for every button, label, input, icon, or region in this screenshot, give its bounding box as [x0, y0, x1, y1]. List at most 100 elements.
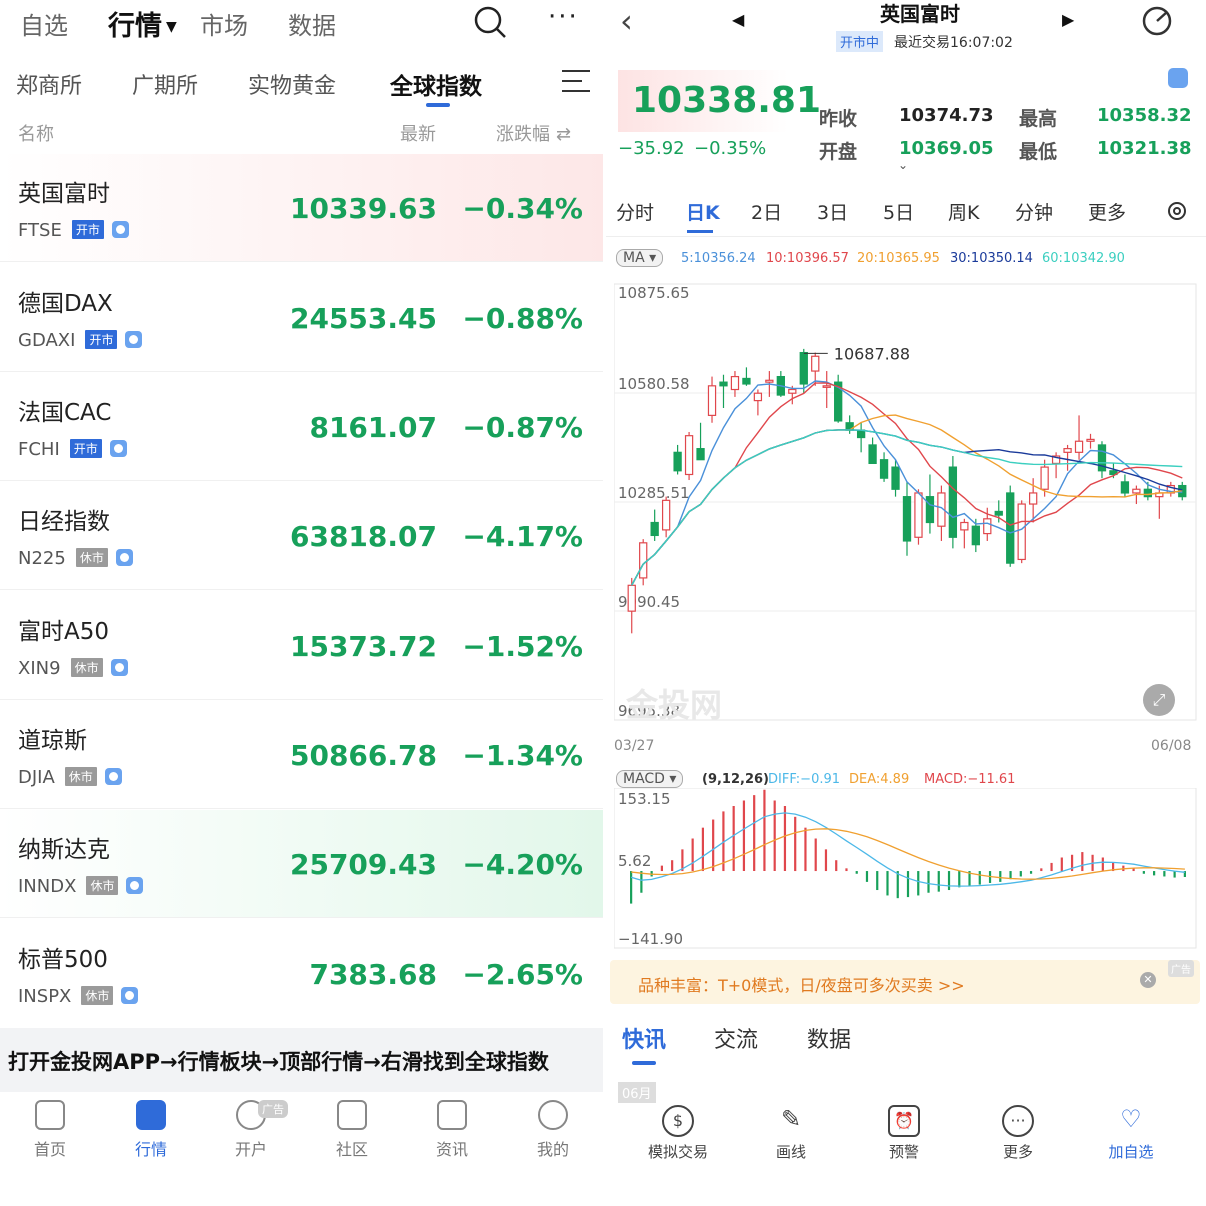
ma-value: 30:10350.14	[950, 251, 1033, 266]
clock-icon	[109, 440, 127, 457]
nav-community[interactable]: 社区	[322, 1100, 382, 1160]
candle-body	[730, 375, 740, 391]
refresh-icon[interactable]	[1140, 4, 1174, 38]
clock-icon[interactable]	[1168, 68, 1188, 88]
low-value: 10321.38	[1097, 138, 1192, 159]
market-status-badge: 休市	[81, 986, 114, 1005]
next-icon[interactable]: ▶	[1062, 10, 1074, 29]
index-row[interactable]: 富时A50 XIN9 休市 15373.72 −1.52%	[0, 592, 603, 700]
candle-body	[925, 496, 935, 524]
candle-body	[673, 451, 682, 472]
index-change-pct: −4.20%	[462, 848, 583, 881]
alarm-icon: ⏰	[888, 1105, 920, 1137]
period-tab[interactable]: 周K	[948, 198, 979, 225]
nav-community-label: 社区	[335, 1140, 368, 1159]
period-tab[interactable]: 3日	[817, 198, 848, 225]
market-status-badge: 休市	[86, 876, 119, 895]
period-tab[interactable]: 日K	[686, 198, 720, 225]
market-status-badge: 休市	[70, 658, 103, 677]
index-name: 道琼斯	[18, 728, 87, 754]
prev-icon[interactable]: ◀	[732, 10, 744, 29]
pen-icon: ✎	[780, 1105, 802, 1133]
candle-body	[742, 377, 751, 385]
period-tab[interactable]: 分钟	[1015, 198, 1053, 225]
index-code-text: FTSE	[18, 220, 62, 241]
index-code: FCHI 开市	[18, 439, 127, 460]
nav-news-label: 资讯	[435, 1140, 468, 1159]
candle-body	[684, 435, 694, 476]
nav-home[interactable]: 首页	[20, 1100, 80, 1160]
news-tab-chat[interactable]: 交流	[714, 1022, 758, 1054]
news-tab-flash[interactable]: 快讯	[622, 1022, 666, 1054]
tab-market[interactable]: 市场	[200, 6, 248, 41]
col-header-latest[interactable]: 最新	[400, 120, 436, 146]
index-row[interactable]: 英国富时 FTSE 开市 10339.63 −0.34%	[0, 154, 603, 262]
fullscreen-icon[interactable]: ⤢	[1143, 684, 1175, 716]
dollar-icon: $	[662, 1105, 694, 1137]
candle-body	[1063, 448, 1072, 453]
index-row[interactable]: 日经指数 N225 休市 63818.07 −4.17%	[0, 482, 603, 590]
settings-icon[interactable]	[1164, 198, 1190, 224]
index-row[interactable]: 德国DAX GDAXI 开市 24553.45 −0.88%	[0, 264, 603, 372]
candle-body	[1040, 466, 1049, 490]
sub-tab-global-index[interactable]: 全球指数	[390, 67, 482, 101]
candle-body	[1006, 492, 1015, 564]
tab-quotes-label: 行情	[108, 11, 162, 42]
sub-tab-zce[interactable]: 郑商所	[16, 68, 82, 100]
index-code: FTSE 开市	[18, 220, 129, 241]
news-tab-data[interactable]: 数据	[807, 1022, 851, 1054]
close-icon[interactable]: ✕	[1140, 972, 1156, 988]
price-change: −35.92	[618, 138, 685, 159]
promo-banner[interactable]: 品种丰富：T+0模式，日/夜盘可多次买卖 >> ✕ 广告	[610, 960, 1200, 1004]
tab-watchlist[interactable]: 自选	[20, 6, 68, 41]
candle-body	[753, 392, 763, 402]
banner-ad-badge: 广告	[1168, 960, 1194, 977]
index-price: 7383.68	[309, 958, 437, 991]
period-tab[interactable]: 更多	[1088, 198, 1126, 225]
nav-news[interactable]: 资讯	[422, 1100, 482, 1160]
chart-icon	[136, 1100, 166, 1130]
nav-account-label: 开户	[234, 1140, 267, 1159]
menu-icon[interactable]	[562, 70, 590, 92]
index-code: INSPX 休市	[18, 986, 139, 1007]
candle-body	[811, 355, 820, 372]
more-tools-button[interactable]: ··· 更多	[973, 1105, 1063, 1162]
index-row[interactable]: 道琼斯 DJIA 休市 50866.78 −1.34%	[0, 701, 603, 809]
index-row[interactable]: 法国CAC FCHI 开市 8161.07 −0.87%	[0, 373, 603, 481]
high-value: 10358.32	[1097, 105, 1192, 126]
open-label: 开盘	[819, 141, 858, 163]
macd-selector[interactable]: MACD ▾	[616, 770, 684, 788]
index-row[interactable]: 标普500 INSPX 休市 7383.68 −2.65%	[0, 920, 603, 1028]
search-icon[interactable]	[472, 4, 508, 40]
sim-trade-button[interactable]: $ 模拟交易	[633, 1105, 723, 1162]
tab-data[interactable]: 数据	[288, 6, 336, 41]
candle-body	[960, 521, 969, 531]
last-trade-time: 最近交易16:07:02	[894, 35, 1013, 51]
period-tab[interactable]: 分时	[616, 198, 654, 225]
tab-quotes[interactable]: 行情 ▼	[108, 4, 177, 43]
alert-button[interactable]: ⏰ 预警	[859, 1105, 949, 1162]
draw-line-button[interactable]: ✎ 画线	[746, 1105, 836, 1162]
period-tab[interactable]: 2日	[751, 198, 782, 225]
macd-chart[interactable]: 153.15 5.62 −141.90	[614, 788, 1198, 953]
nav-mine[interactable]: 我的	[523, 1100, 583, 1160]
chat-icon	[337, 1100, 367, 1130]
back-icon[interactable]: ‹	[620, 2, 633, 40]
col-header-change[interactable]: 涨跌幅 ⇄	[496, 120, 571, 146]
nav-quotes[interactable]: 行情	[121, 1100, 181, 1160]
index-code: N225 休市	[18, 548, 133, 569]
ma-selector[interactable]: MA ▾	[616, 249, 664, 267]
sub-tab-gold[interactable]: 实物黄金	[248, 68, 336, 100]
more-icon[interactable]: ···	[548, 2, 579, 32]
ma-value: 10:10396.57	[766, 251, 849, 266]
expand-chevron-icon[interactable]: ⌄	[898, 158, 908, 172]
index-row[interactable]: 纳斯达克 INNDX 休市 25709.43 −4.20%	[0, 810, 603, 918]
add-watchlist-button[interactable]: ♡ 加自选	[1086, 1105, 1176, 1162]
candle-body	[650, 521, 659, 537]
low-label: 最低	[1019, 141, 1058, 163]
sub-tab-gfex[interactable]: 广期所	[132, 68, 198, 100]
index-code-text: INNDX	[18, 876, 77, 897]
period-tab[interactable]: 5日	[883, 198, 914, 225]
kline-chart[interactable]: 10875.6510580.5810285.519990.459695.3810…	[614, 280, 1198, 740]
candle-body	[799, 351, 808, 385]
